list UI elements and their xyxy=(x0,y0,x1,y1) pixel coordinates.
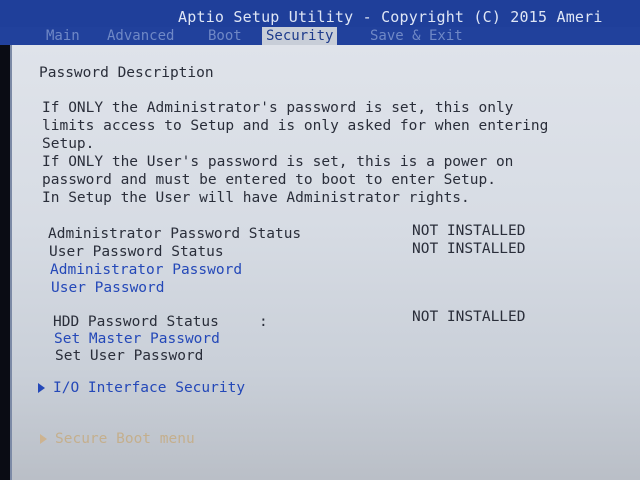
io-interface-security-label: I/O Interface Security xyxy=(53,380,246,396)
description-line: In Setup the User will have Administrato… xyxy=(42,190,470,206)
description-line: limits access to Setup and is only asked… xyxy=(42,118,549,134)
title-bar: Aptio Setup Utility - Copyright (C) 2015… xyxy=(0,0,640,28)
set-master-password-link[interactable]: Set Master Password xyxy=(54,331,220,347)
description-line: password and must be entered to boot to … xyxy=(42,172,496,188)
tab-save-exit[interactable]: Save & Exit xyxy=(370,28,463,44)
user-password-status-label: User Password Status xyxy=(49,244,224,260)
hdd-password-status-value: NOT INSTALLED xyxy=(412,309,526,325)
secure-boot-menu-submenu[interactable]: Secure Boot menu xyxy=(40,431,195,447)
description-line: If ONLY the User's password is set, this… xyxy=(42,154,514,170)
tab-advanced[interactable]: Advanced xyxy=(107,28,174,44)
app-title: Aptio Setup Utility - Copyright (C) 2015… xyxy=(178,8,603,26)
set-user-password-item[interactable]: Set User Password xyxy=(55,348,203,364)
section-title: Password Description xyxy=(39,65,214,81)
submenu-arrow-icon xyxy=(40,434,47,444)
secure-boot-menu-label: Secure Boot menu xyxy=(55,431,195,447)
user-password-link[interactable]: User Password xyxy=(51,280,165,296)
admin-password-status-value: NOT INSTALLED xyxy=(412,223,526,239)
submenu-arrow-icon xyxy=(38,383,45,393)
tab-boot[interactable]: Boot xyxy=(208,28,242,44)
hdd-status-colon: : xyxy=(259,314,268,330)
tab-security[interactable]: Security xyxy=(262,27,338,45)
password-description: If ONLY the Administrator's password is … xyxy=(42,99,632,207)
description-line: If ONLY the Administrator's password is … xyxy=(42,100,514,116)
admin-password-status-label: Administrator Password Status xyxy=(48,226,302,242)
bios-screen: Aptio Setup Utility - Copyright (C) 2015… xyxy=(0,0,640,480)
administrator-password-link[interactable]: Administrator Password xyxy=(50,262,242,278)
user-password-status-value: NOT INSTALLED xyxy=(412,241,526,257)
tab-bar: Main Advanced Boot Security Save & Exit xyxy=(0,27,640,45)
content-panel: Password Description If ONLY the Adminis… xyxy=(10,45,640,480)
io-interface-security-submenu[interactable]: I/O Interface Security xyxy=(38,380,245,396)
hdd-password-status-label: HDD Password Status xyxy=(53,314,219,330)
description-line: Setup. xyxy=(42,136,95,152)
tab-main[interactable]: Main xyxy=(46,28,80,44)
